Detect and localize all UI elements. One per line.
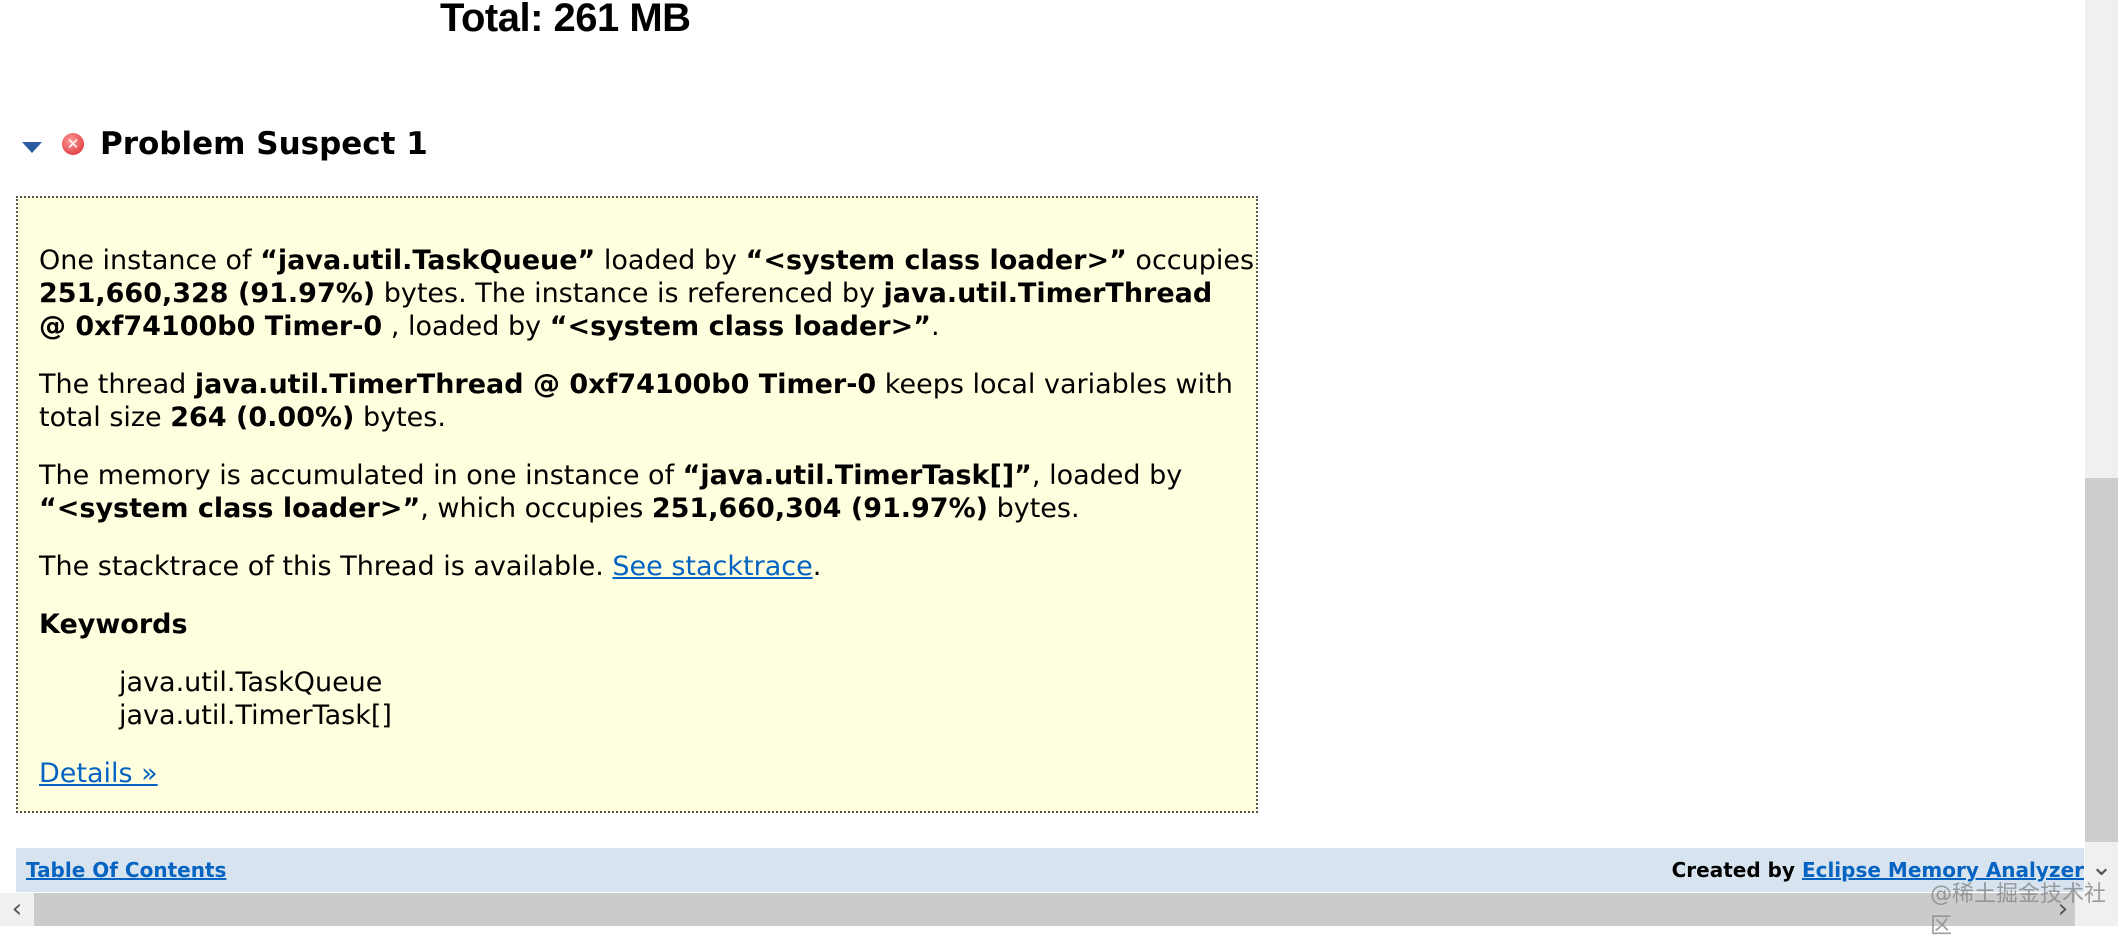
text: , which occupies <box>420 493 652 524</box>
size-value: 264 (0.00%) <box>170 402 355 433</box>
thread-name: java.util.TimerThread @ 0xf74100b0 Timer… <box>194 369 877 400</box>
see-stacktrace-link[interactable]: See stacktrace <box>612 551 812 582</box>
horizontal-scroll-thumb[interactable] <box>34 893 2075 926</box>
size-value: 251,660,328 (91.97%) <box>39 278 376 309</box>
keywords-list: java.util.TaskQueue java.util.TimerTask[… <box>39 666 1256 732</box>
text: loaded by <box>595 245 746 276</box>
footer-bar: Table Of Contents Created by Eclipse Mem… <box>16 848 2084 892</box>
text: occupies <box>1126 245 1255 276</box>
text: The memory is accumulated in one instanc… <box>39 460 683 491</box>
horizontal-scrollbar[interactable]: ‹ › <box>0 893 2118 926</box>
vertical-scrollbar[interactable]: ⌄ <box>2085 0 2118 893</box>
thread-address: @ 0xf74100b0 Timer-0 <box>39 311 383 342</box>
keyword-item: java.util.TaskQueue <box>119 667 383 698</box>
text: keeps local variables with <box>876 369 1233 400</box>
class-loader: “<system class loader>” <box>39 493 421 524</box>
text: bytes. <box>354 402 446 433</box>
text: . <box>930 311 940 342</box>
text: bytes. <box>988 493 1080 524</box>
text: The stacktrace of this Thread is availab… <box>39 551 613 582</box>
vertical-scroll-thumb[interactable] <box>2085 478 2118 842</box>
collapse-triangle-icon[interactable] <box>22 141 42 153</box>
text: . <box>812 551 822 582</box>
text: , loaded by <box>1031 460 1183 491</box>
table-of-contents-link[interactable]: Table Of Contents <box>26 858 226 882</box>
class-loader: “<system class loader>” <box>745 245 1127 276</box>
keywords-heading: Keywords <box>39 609 188 640</box>
section-title: Problem Suspect 1 <box>100 126 428 162</box>
keyword-item: java.util.TimerTask[] <box>119 700 392 731</box>
class-name: “java.util.TimerTask[]” <box>682 460 1032 491</box>
paragraph-accumulation: The memory is accumulated in one instanc… <box>39 459 1256 525</box>
suspect-description-box: One instance of “java.util.TaskQueue” lo… <box>16 196 1258 813</box>
paragraph-thread: The thread java.util.TimerThread @ 0xf74… <box>39 368 1256 434</box>
text: , loaded by <box>382 311 550 342</box>
paragraph-stacktrace: The stacktrace of this Thread is availab… <box>39 550 1256 583</box>
text: bytes. The instance is referenced by <box>375 278 884 309</box>
class-loader: “<system class loader>” <box>549 311 931 342</box>
text: One instance of <box>39 245 261 276</box>
class-name: “java.util.TaskQueue” <box>260 245 596 276</box>
scroll-left-chevron-icon[interactable]: ‹ <box>0 893 34 926</box>
watermark: @稀土掘金技术社区 <box>1930 882 2107 939</box>
problem-suspect-heading: ✕ Problem Suspect 1 <box>22 126 428 162</box>
size-value: 251,660,304 (91.97%) <box>651 493 988 524</box>
created-by-label: Created by <box>1671 858 1802 882</box>
paragraph-instance: One instance of “java.util.TaskQueue” lo… <box>39 244 1256 343</box>
error-icon: ✕ <box>62 133 84 155</box>
text: The thread <box>39 369 195 400</box>
thread-name: java.util.TimerThread <box>883 278 1213 309</box>
details-link[interactable]: Details » <box>39 758 158 789</box>
text: total size <box>39 402 171 433</box>
total-size: Total: 261 MB <box>440 0 691 40</box>
